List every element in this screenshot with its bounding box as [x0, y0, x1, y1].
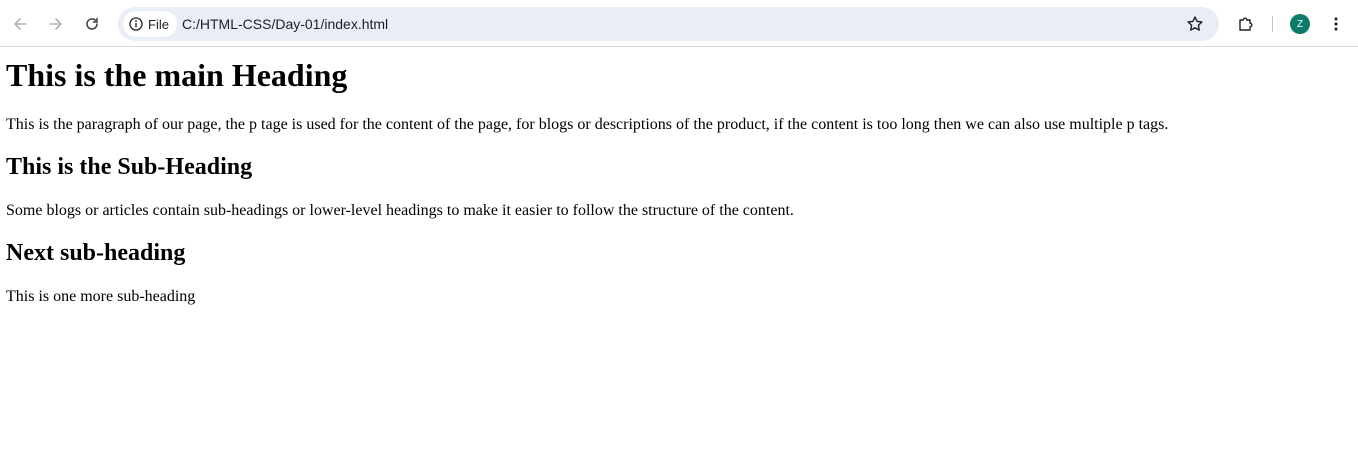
puzzle-icon — [1239, 17, 1253, 31]
url-text[interactable]: C:/HTML-CSS/Day-01/index.html — [182, 7, 388, 41]
sub-heading-paragraph: Some blogs or articles contain sub-headi… — [6, 202, 794, 219]
site-info-chip[interactable]: File — [123, 11, 177, 37]
star-icon — [1187, 16, 1203, 31]
main-heading: This is the main Heading — [6, 57, 348, 93]
sub-heading: This is the Sub-Heading — [6, 154, 253, 180]
toolbar-divider — [1272, 16, 1273, 32]
address-bar[interactable]: File C:/HTML-CSS/Day-01/index.html — [118, 7, 1219, 41]
arrow-left-icon — [14, 18, 27, 30]
forward-button[interactable] — [40, 8, 72, 40]
back-button[interactable] — [4, 8, 36, 40]
arrow-right-icon — [49, 18, 62, 30]
next-sub-heading-paragraph: This is one more sub-heading — [6, 288, 196, 305]
page-content: This is the main Heading This is the par… — [6, 47, 1346, 306]
kebab-menu-icon — [1334, 17, 1338, 31]
reload-button[interactable] — [76, 8, 108, 40]
extensions-button[interactable] — [1230, 8, 1262, 40]
next-sub-heading: Next sub-heading — [6, 240, 186, 266]
reload-icon — [86, 17, 98, 30]
profile-avatar[interactable]: Z — [1290, 14, 1310, 34]
site-info-label: File — [148, 16, 169, 32]
browser-toolbar: File C:/HTML-CSS/Day-01/index.html Z — [0, 0, 1358, 47]
info-icon — [129, 17, 143, 31]
bookmark-button[interactable] — [1179, 8, 1211, 40]
menu-button[interactable] — [1320, 8, 1352, 40]
intro-paragraph: This is the paragraph of our page, the p… — [6, 116, 1169, 133]
